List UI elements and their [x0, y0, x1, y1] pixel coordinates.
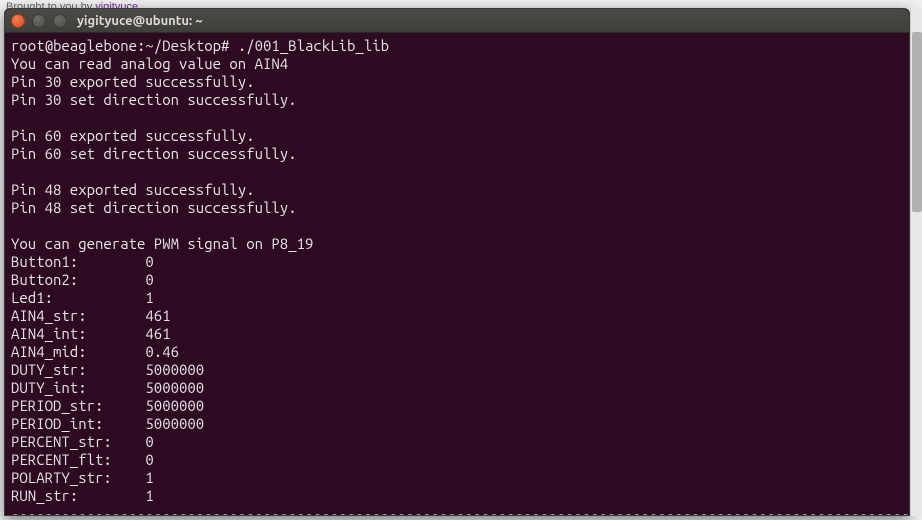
terminal-window: yigityuce@ubuntu: ~ root@beaglebone:~/De… — [4, 8, 910, 516]
output-lines: You can read analog value on AIN4 Pin 30… — [11, 55, 909, 515]
prompt: root@beaglebone:~/Desktop# — [11, 37, 238, 54]
minimize-icon[interactable] — [32, 14, 46, 28]
window-controls — [11, 14, 67, 28]
title-bar[interactable]: yigityuce@ubuntu: ~ — [5, 9, 909, 33]
close-icon[interactable] — [11, 14, 25, 28]
scrollbar[interactable] — [910, 8, 922, 516]
scrollbar-thumb[interactable] — [912, 32, 922, 212]
window-title: yigityuce@ubuntu: ~ — [67, 14, 903, 28]
maximize-icon[interactable] — [53, 14, 67, 28]
terminal-body[interactable]: root@beaglebone:~/Desktop# ./001_BlackLi… — [5, 33, 909, 515]
prompt-line: root@beaglebone:~/Desktop# ./001_BlackLi… — [11, 37, 389, 54]
command: ./001_BlackLib_lib — [238, 37, 389, 54]
